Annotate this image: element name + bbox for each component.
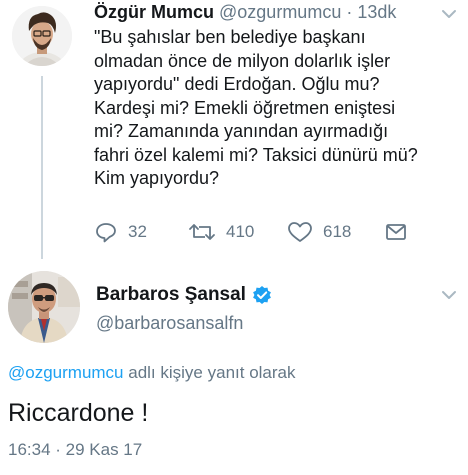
tweet1-author-name[interactable]: Özgür Mumcu — [94, 2, 214, 22]
tweet1-text-line: yapıyordu" dedi Erdoğan. Oğlu mu? — [94, 74, 380, 94]
tweet1-header: Özgür Mumcu @ozgurmumcu · 13dk — [94, 2, 396, 23]
like-button[interactable]: 618 — [287, 220, 351, 244]
chevron-down-icon[interactable] — [441, 8, 457, 20]
reply-count: 32 — [128, 222, 147, 241]
retweet-count: 410 — [226, 222, 255, 241]
like-count: 618 — [323, 222, 352, 241]
dm-icon — [386, 224, 406, 240]
tweet2-timestamp[interactable]: 16:34 · 29 Kas 17 — [8, 440, 142, 460]
tweet1-text: "Bu şahıslar ben belediye başkanı olmada… — [94, 26, 462, 191]
chevron-down-icon[interactable] — [441, 289, 457, 301]
reply-context-text: adlı kişiye yanıt olarak — [128, 363, 296, 382]
reply-button[interactable]: 32 — [94, 220, 147, 244]
tweet1-time[interactable]: 13dk — [357, 2, 396, 22]
tweet1-separator: · — [346, 2, 353, 22]
tweet2-author-handle[interactable]: @barbarosansalfn — [96, 313, 243, 334]
direct-message-button[interactable] — [385, 220, 417, 244]
avatar-barbaros-sansal[interactable] — [8, 271, 80, 343]
tweet1-text-line: Kardeşi mi? Emekli öğretmen eniştesi — [94, 97, 396, 118]
retweet-button[interactable]: 410 — [188, 220, 254, 244]
tweet1-author-handle[interactable]: @ozgurmumcu — [219, 2, 341, 22]
verified-icon — [253, 286, 271, 304]
reply-context: @ozgurmumcu adlı kişiye yanıt olarak — [8, 363, 296, 383]
avatar-ozgur-mumcu[interactable] — [12, 6, 72, 66]
reply-mention-link[interactable]: @ozgurmumcu — [8, 363, 124, 382]
tweet2-author: Barbaros Şansal — [96, 284, 272, 306]
tweet1-actions: 32 410 618 — [94, 220, 424, 244]
reply-icon — [96, 223, 116, 243]
tweet1-text-line: mi? Zamanında yanından ayırmadığı — [94, 121, 389, 141]
tweet2-text: Riccardone ! — [8, 399, 149, 427]
like-icon — [288, 222, 312, 242]
tweet1-text-line: olmadan önce de milyon dolarlık işler — [94, 50, 391, 71]
tweet1-text-line: "Bu şahıslar ben belediye başkanı — [94, 27, 366, 47]
tweet1-text-line: Kim yapıyordu? — [94, 168, 220, 188]
tweet2-author-name[interactable]: Barbaros Şansal — [96, 284, 246, 306]
tweet1-text-line: fahri özel kalemi mi? Taksici dünürü mü? — [94, 144, 418, 165]
retweet-icon — [189, 224, 215, 240]
thread-connector-line — [41, 76, 43, 259]
